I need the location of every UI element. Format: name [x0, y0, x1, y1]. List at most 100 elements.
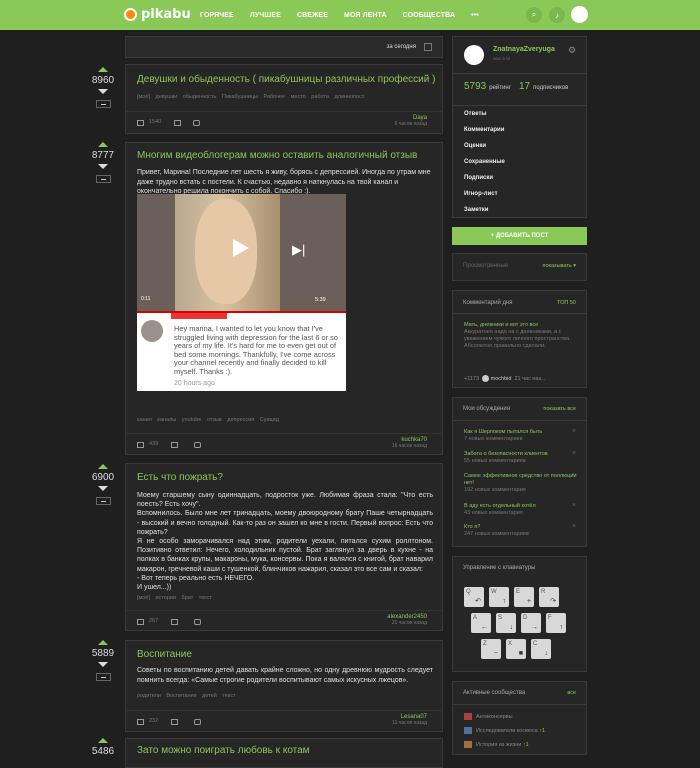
logo-icon — [124, 8, 137, 21]
search-icon[interactable]: ⌕ — [526, 7, 542, 23]
collapse-button[interactable] — [95, 497, 111, 505]
discussion-title[interactable]: В аду есть отдельный котёл — [464, 503, 577, 510]
downvote-icon[interactable] — [98, 486, 108, 491]
discussion-title[interactable]: Забота о безопасности клиентов — [464, 451, 577, 458]
community-item[interactable]: Исследователи космоса ↑1 — [464, 727, 545, 734]
menu-notes[interactable]: Заметки — [453, 202, 586, 218]
share-icon[interactable] — [194, 442, 201, 448]
discussion-title[interactable]: Самое эффективное средство от поллюции н… — [464, 473, 577, 487]
cod-user[interactable]: mochbid — [491, 376, 512, 382]
nav-feed[interactable]: МОЯ ЛЕНТА — [344, 12, 387, 19]
avatar[interactable] — [571, 6, 588, 23]
community-item[interactable]: История из жизни ↑1 — [464, 741, 529, 748]
close-icon[interactable]: × — [572, 472, 576, 479]
gear-icon[interactable]: ⚙ — [568, 45, 576, 56]
next-icon[interactable]: ▶| — [292, 242, 305, 258]
upvote-icon[interactable] — [98, 464, 108, 469]
post-time: 20 часов назад — [391, 620, 427, 626]
save-icon[interactable] — [174, 120, 181, 126]
comment-text: Hey marina, I wanted to let you know tha… — [174, 324, 338, 376]
share-icon[interactable] — [194, 619, 201, 625]
post-title[interactable]: Зато можно поиграть любовь к котам — [137, 745, 310, 756]
post-card: Зато можно поиграть любовь к котам — [125, 738, 443, 768]
post-title[interactable]: Есть что пожрать? — [137, 472, 223, 483]
show-all-link[interactable]: показать все — [543, 406, 576, 412]
collapse-button[interactable] — [95, 673, 111, 681]
menu-ignore-list[interactable]: Игнор-лист — [453, 186, 586, 202]
post-card: Девушки и обыденность ( пикабушницы разл… — [125, 64, 443, 134]
close-icon[interactable]: × — [572, 523, 576, 530]
calendar-icon[interactable] — [424, 43, 432, 51]
all-communities-link[interactable]: все — [567, 690, 576, 696]
nav-fresh[interactable]: СВЕЖЕЕ — [297, 12, 328, 19]
key-q: Q ↶ — [464, 587, 484, 607]
video-player[interactable]: ▶| 0:11 5:39 — [137, 194, 346, 313]
top50-link[interactable]: ТОП 50 — [557, 300, 576, 306]
discussion-item[interactable]: Самое эффективное средство от поллюции н… — [464, 473, 577, 494]
downvote-icon[interactable] — [98, 662, 108, 667]
menu-comments[interactable]: Комментарии — [453, 122, 586, 138]
discussion-item[interactable]: В аду есть отдельный котёл 43 новых комме… — [464, 503, 577, 517]
post-title[interactable]: Девушки и обыденность ( пикабушницы разл… — [137, 74, 435, 85]
comment-count[interactable]: 232 — [149, 718, 158, 724]
user-subscribers[interactable]: 17 подписчиков — [519, 81, 568, 92]
upvote-icon[interactable] — [98, 67, 108, 72]
menu-subscriptions[interactable]: Подписки — [453, 170, 586, 186]
comment-count[interactable]: 1540 — [149, 119, 161, 125]
upvote-icon[interactable] — [98, 738, 108, 743]
menu-answers[interactable]: Ответы — [453, 106, 586, 122]
bell-icon[interactable]: ♪ — [549, 7, 565, 23]
period-selector[interactable]: за сегодня — [387, 44, 416, 50]
cod-post-link[interactable]: Мать, дневники и вот это все — [464, 322, 577, 329]
upvote-icon[interactable] — [98, 640, 108, 645]
comment-icon[interactable] — [137, 120, 144, 126]
discussion-title[interactable]: Как я Шерлоком пытался быть — [464, 429, 577, 436]
discussion-sub: 55 новых комментариев — [464, 458, 526, 464]
collapse-button[interactable] — [95, 175, 111, 183]
menu-saved[interactable]: Сохраненные — [453, 154, 586, 170]
nav-more[interactable]: ••• — [471, 12, 479, 19]
save-icon[interactable] — [171, 619, 178, 625]
menu-ratings[interactable]: Оценки — [453, 138, 586, 154]
key-s: S ↓ — [496, 613, 516, 633]
upvote-icon[interactable] — [98, 142, 108, 147]
discussion-title[interactable]: Кто я? — [464, 524, 577, 531]
save-toggle-button[interactable] — [95, 100, 111, 108]
post-tags[interactable]: [моё] девушки обыденность Пикабушницы Ра… — [137, 94, 364, 100]
close-icon[interactable]: × — [572, 450, 576, 457]
nav-communities[interactable]: СООБЩЕСТВА — [403, 12, 456, 19]
save-icon[interactable] — [171, 442, 178, 448]
video-current-time: 0:11 — [141, 296, 151, 302]
comment-icon[interactable] — [137, 442, 144, 448]
community-item[interactable]: Антиконсервы — [464, 713, 513, 720]
post-tags[interactable]: канал каналы youtube отзыв депрессия Суи… — [137, 417, 279, 423]
post-title[interactable]: Многим видеоблогерам можно оставить анал… — [137, 150, 417, 161]
user-avatar[interactable] — [464, 45, 484, 65]
comment-icon[interactable] — [137, 719, 144, 725]
play-icon[interactable] — [233, 239, 249, 257]
share-icon[interactable] — [194, 719, 201, 725]
nav-hot[interactable]: ГОРЯЧЕЕ — [200, 12, 234, 19]
discussion-item[interactable]: Как я Шерлоком пытался быть 7 новых комме… — [464, 429, 577, 443]
viewed-toggle[interactable]: показывать ▾ — [542, 263, 576, 269]
pikabu-logo[interactable]: pikabu — [124, 7, 191, 22]
discussion-item[interactable]: Забота о безопасности клиентов 55 новых к… — [464, 451, 577, 465]
comment-count[interactable]: 439 — [149, 441, 158, 447]
close-icon[interactable]: × — [572, 428, 576, 435]
close-icon[interactable]: × — [572, 502, 576, 509]
cod-time: 21 час наз... — [514, 375, 546, 382]
post-tags[interactable]: [моё] истории брат текст — [137, 595, 212, 601]
comment-count[interactable]: 267 — [149, 618, 158, 624]
downvote-icon[interactable] — [98, 89, 108, 94]
post-title[interactable]: Воспитание — [137, 649, 192, 660]
downvote-icon[interactable] — [98, 164, 108, 169]
post-tags[interactable]: родители Воспитание детей текст — [137, 693, 236, 699]
add-post-button[interactable]: + ДОБАВИТЬ ПОСТ — [452, 227, 587, 245]
save-icon[interactable] — [171, 719, 178, 725]
discussion-item[interactable]: Кто я? 247 новых комментариев — [464, 524, 577, 538]
nav-best[interactable]: ЛУЧШЕЕ — [250, 12, 281, 19]
main-nav: ГОРЯЧЕЕ ЛУЧШЕЕ СВЕЖЕЕ МОЯ ЛЕНТА СООБЩЕСТ… — [200, 0, 495, 30]
username[interactable]: ZnatnayaZverуuga — [493, 46, 555, 53]
comment-icon[interactable] — [137, 619, 144, 625]
share-icon[interactable] — [193, 120, 200, 126]
